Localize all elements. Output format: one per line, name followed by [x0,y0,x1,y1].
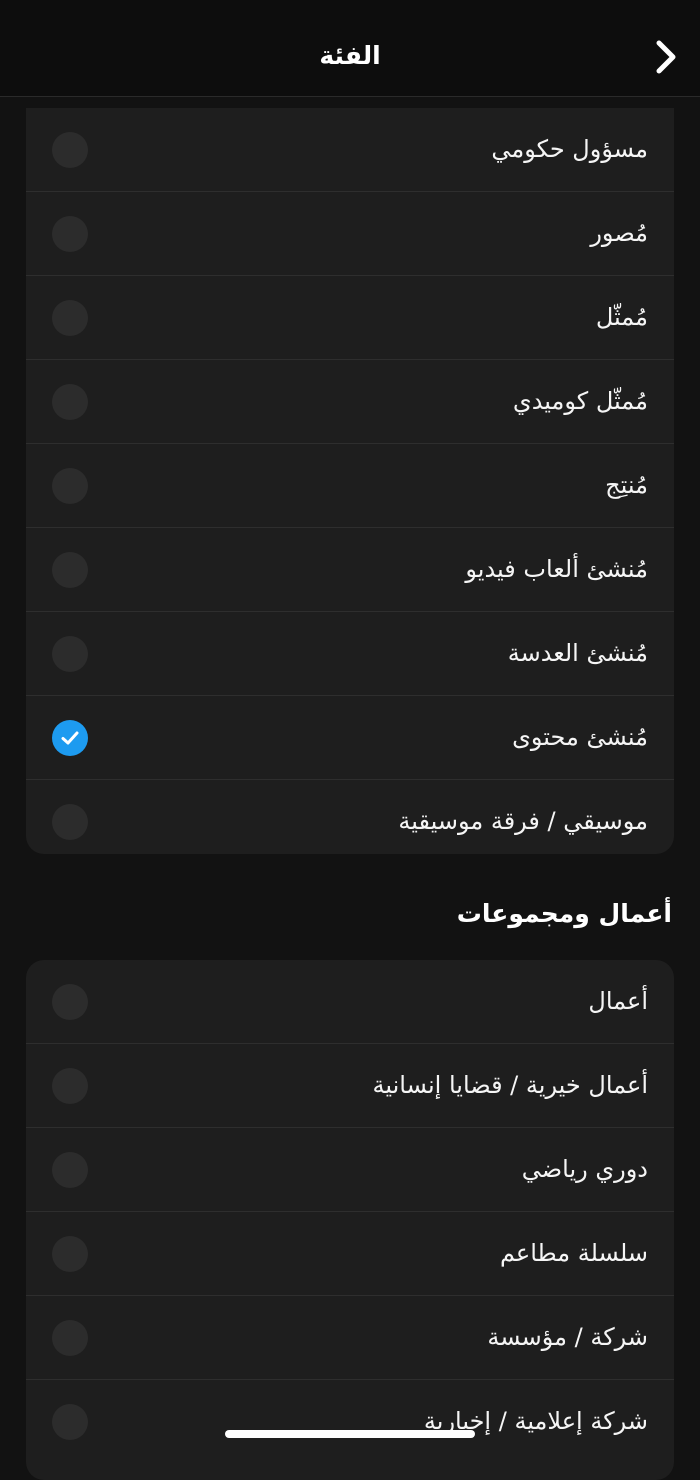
list-item-label: مسؤول حكومي [491,135,648,163]
list-item[interactable]: شركة إعلامية / إخبارية [26,1380,674,1463]
list-item-label: شركة إعلامية / إخبارية [423,1407,648,1435]
list-item-label: شركة / مؤسسة [487,1323,648,1351]
home-indicator[interactable] [225,1430,475,1438]
list-item[interactable]: مُصور [26,192,674,276]
list-item[interactable]: شركة / مؤسسة [26,1296,674,1380]
list-item[interactable]: مُنتِج [26,444,674,528]
list-item[interactable]: أعمال [26,960,674,1044]
radio-unselected-icon[interactable] [52,1404,88,1440]
radio-unselected-icon[interactable] [52,636,88,672]
list-item-selected[interactable]: مُنشئ محتوى [26,696,674,780]
list-item-label: دوري رياضي [521,1155,648,1183]
radio-unselected-icon[interactable] [52,1236,88,1272]
list-item-label: مُنتِج [605,471,648,499]
radio-unselected-icon[interactable] [52,1320,88,1356]
list-item[interactable]: دوري رياضي [26,1128,674,1212]
radio-unselected-icon[interactable] [52,1068,88,1104]
top-bar: الفئة [0,0,700,97]
page-title: الفئة [319,41,381,70]
radio-unselected-icon[interactable] [52,216,88,252]
category-list-business: أعمال أعمال خيرية / قضايا إنسانية دوري ر… [26,960,674,1480]
list-item[interactable]: مُنشئ ألعاب فيديو [26,528,674,612]
radio-unselected-icon[interactable] [52,468,88,504]
list-item-label: مُمثّل كوميدي [512,387,648,415]
radio-unselected-icon[interactable] [52,984,88,1020]
list-item[interactable]: مُنشئ العدسة [26,612,674,696]
list-item[interactable]: سلسلة مطاعم [26,1212,674,1296]
back-button[interactable] [646,34,686,80]
radio-unselected-icon[interactable] [52,300,88,336]
list-item-label: مُمثّل [595,303,648,331]
list-item-label: مُنشئ العدسة [507,639,648,667]
list-item-label: مُنشئ محتوى [512,723,648,751]
checkmark-icon [61,731,79,745]
radio-unselected-icon[interactable] [52,132,88,168]
section-heading-business: أعمال ومجموعات [456,899,672,928]
radio-unselected-icon[interactable] [52,1152,88,1188]
radio-unselected-icon[interactable] [52,384,88,420]
chevron-right-icon [656,40,676,74]
radio-unselected-icon[interactable] [52,804,88,840]
list-item-label: مُنشئ ألعاب فيديو [465,555,648,583]
list-item-label: سلسلة مطاعم [499,1239,648,1267]
radio-checked-icon[interactable] [52,720,88,756]
list-item[interactable]: مُمثّل [26,276,674,360]
radio-unselected-icon[interactable] [52,552,88,588]
list-item-label: أعمال [588,987,648,1015]
list-item-label: موسيقي / فرقة موسيقية [398,807,648,835]
category-list-creators: مسؤول حكومي مُصور مُمثّل مُمثّل كوميدي م… [26,108,674,854]
list-item[interactable]: مُمثّل كوميدي [26,360,674,444]
list-item-label: أعمال خيرية / قضايا إنسانية [372,1071,648,1099]
list-item-label: مُصور [590,219,648,247]
list-item[interactable]: أعمال خيرية / قضايا إنسانية [26,1044,674,1128]
list-item[interactable]: موسيقي / فرقة موسيقية [26,780,674,854]
list-item[interactable]: مسؤول حكومي [26,108,674,192]
